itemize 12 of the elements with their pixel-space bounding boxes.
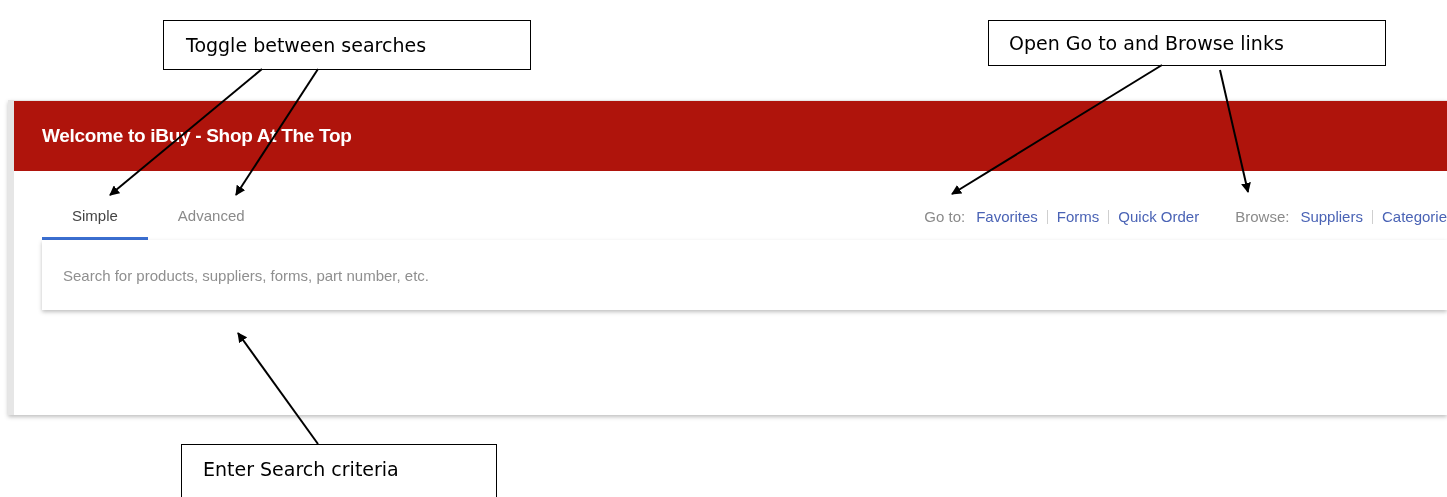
nav-link[interactable]: Suppliers <box>1300 205 1363 228</box>
callout-box: Open Go to and Browse links <box>988 20 1386 66</box>
nav-link[interactable]: Quick Order <box>1118 205 1200 228</box>
links-label: Browse: <box>1235 206 1290 227</box>
nav-link[interactable]: Favorites <box>976 205 1038 228</box>
nav-link[interactable]: Forms <box>1056 205 1100 228</box>
search-tab[interactable]: Advanced <box>147 196 275 240</box>
links-label: Go to: <box>924 206 966 227</box>
nav-link[interactable]: Categorie <box>1381 205 1447 228</box>
callout-box: Toggle between searches <box>163 20 531 70</box>
callout-box: Enter Search criteria <box>181 444 497 497</box>
search-field[interactable]: Search for products, suppliers, forms, part number, etc. <box>42 240 1447 310</box>
